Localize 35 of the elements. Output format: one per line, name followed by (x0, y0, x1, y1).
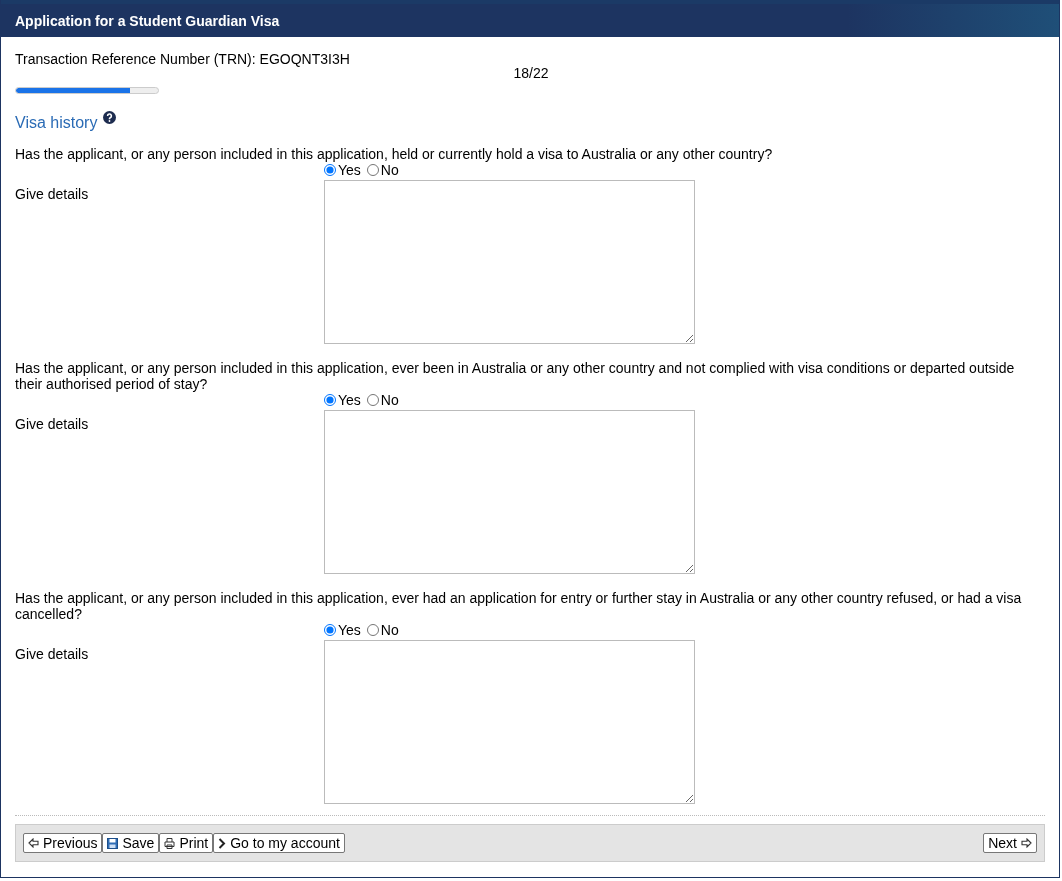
question-text: Has the applicant, or any person included in this application, ever been in Australia or any other country and not complied with visa conditions or departed outside their authorised period of stay? (15, 360, 1016, 392)
trn-text: Transaction Reference Number (TRN): EGOQNT3I3H (15, 51, 351, 67)
radio-option[interactable]: No (366, 162, 399, 178)
field-label: Give details (15, 415, 90, 432)
save-button[interactable]: Save (102, 833, 160, 853)
radio-option[interactable]: Yes (324, 392, 361, 408)
radio-option[interactable]: Yes (324, 622, 361, 638)
previous-button[interactable]: Previous (23, 833, 103, 853)
details-field[interactable] (324, 410, 695, 574)
next-button[interactable]: Next (983, 833, 1037, 853)
field-label: Give details (15, 185, 90, 202)
printer-icon (164, 837, 176, 849)
details-field[interactable] (324, 640, 695, 804)
account-button[interactable]: Go to my account (213, 833, 345, 853)
section-title: Visa history (15, 114, 98, 132)
question-text: Has the applicant, or any person included in this application, ever had an application for entry or further stay in Australia or any other country refused, or had a visa cancelled? (15, 590, 1023, 622)
progress-reading: 18/22 (513, 65, 549, 81)
radio-option[interactable]: No (366, 392, 399, 408)
radio-option[interactable]: No (366, 622, 399, 638)
radio-button[interactable] (366, 624, 379, 636)
field-label: Give details (15, 645, 90, 662)
left-arrow-icon (28, 838, 39, 848)
radio-button[interactable] (324, 624, 336, 636)
radio-button[interactable] (366, 394, 379, 406)
chevron-icon (218, 837, 227, 849)
radio-button[interactable] (324, 394, 336, 406)
help-icon[interactable] (103, 111, 117, 124)
window-title: Application for a Student Guardian Visa (15, 12, 280, 29)
radio-option[interactable]: Yes (324, 162, 361, 178)
radio-button[interactable] (324, 164, 336, 176)
radio-button[interactable] (366, 164, 379, 176)
print-button[interactable]: Print (159, 833, 214, 853)
right-arrow-icon (1021, 838, 1032, 848)
details-field[interactable] (324, 180, 695, 344)
question-text: Has the applicant, or any person included in this application, held or currently hold a visa to Australia or any other country? (15, 146, 774, 162)
